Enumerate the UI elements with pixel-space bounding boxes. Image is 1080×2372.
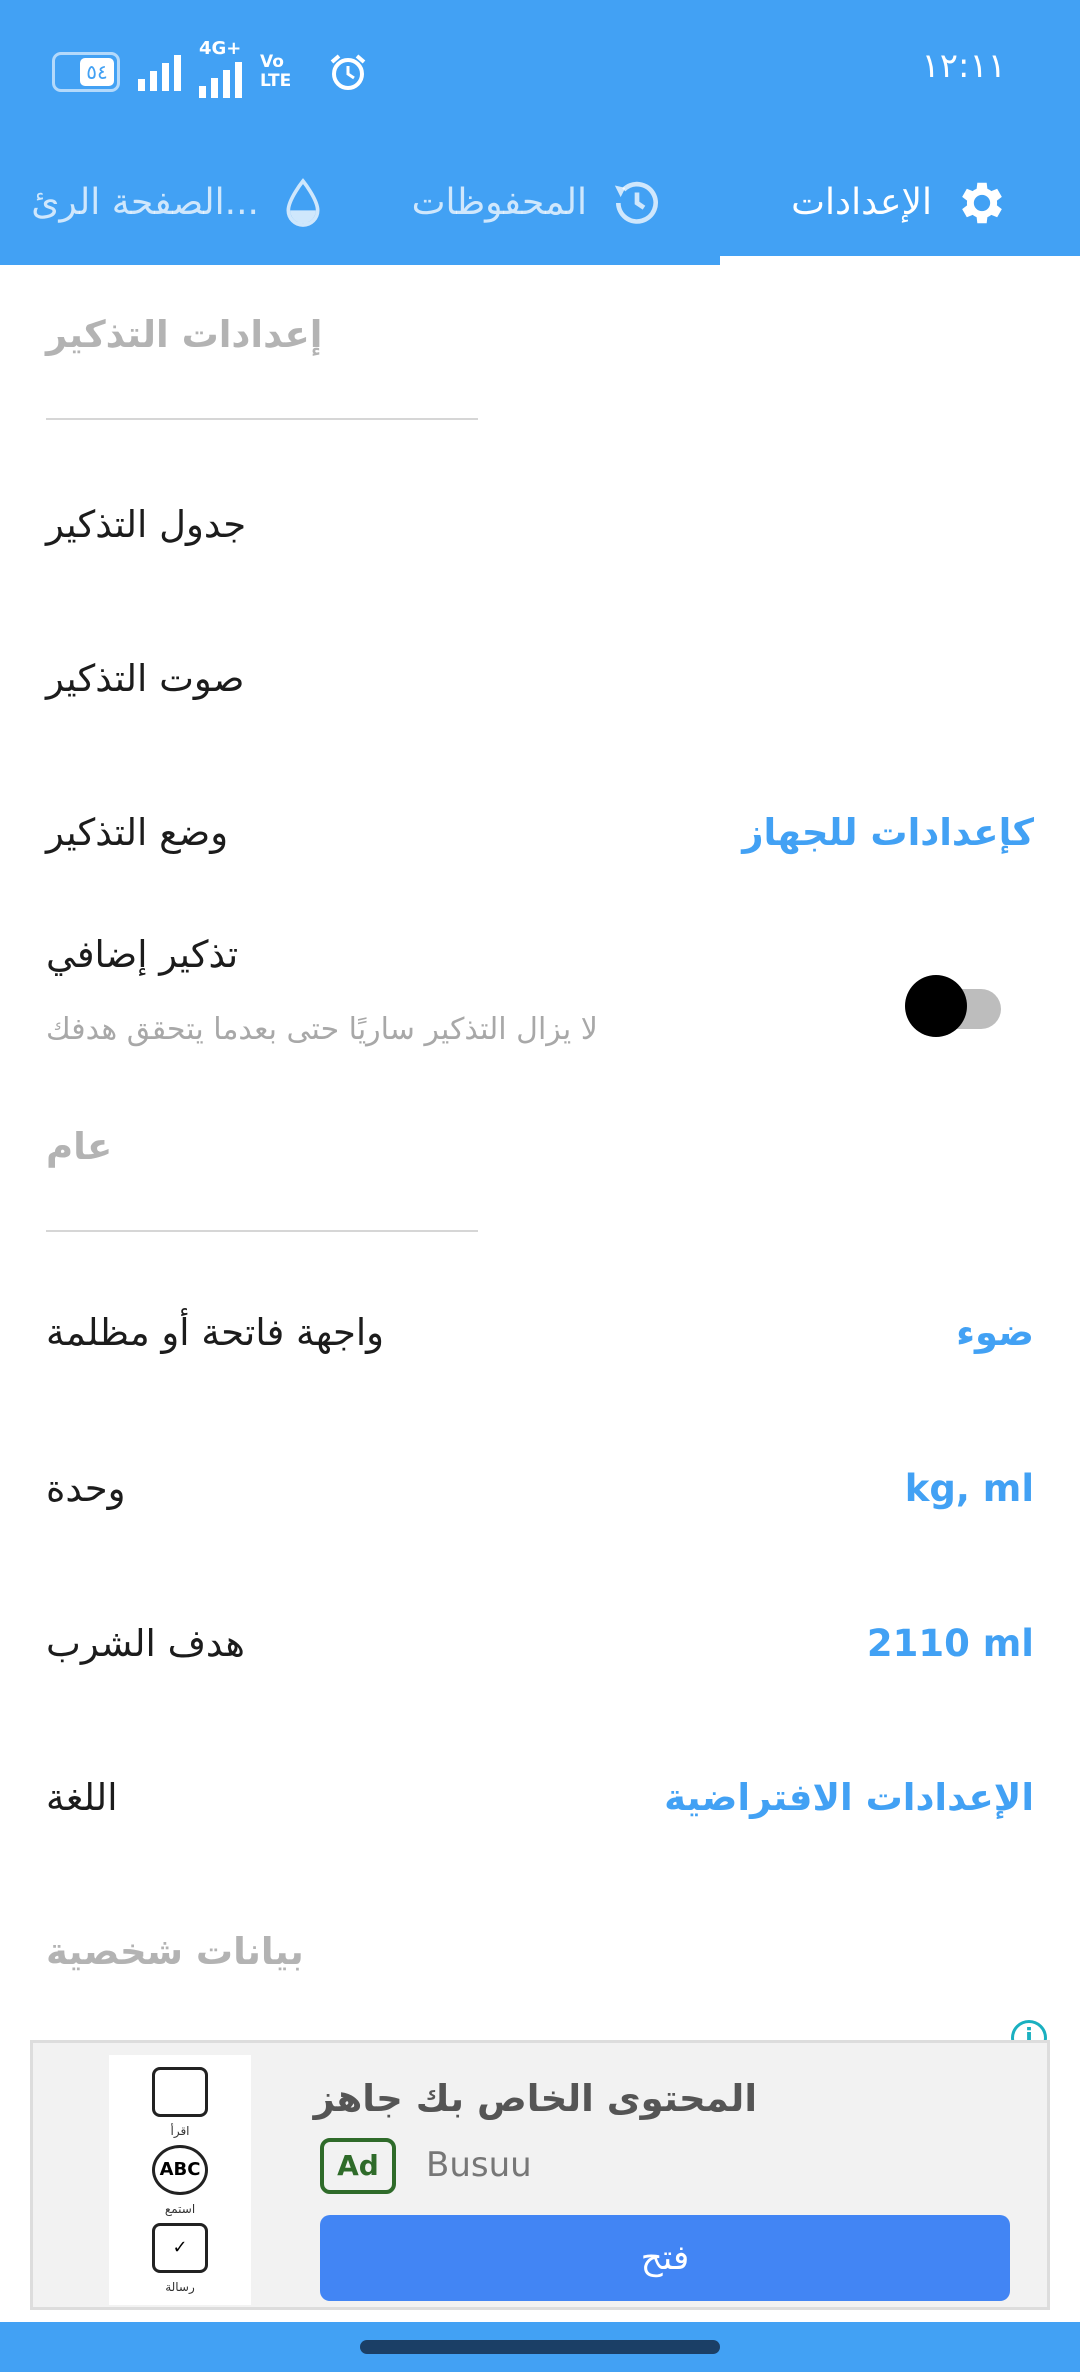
battery-icon: ٥٤: [52, 52, 120, 92]
reminder-mode-value[interactable]: كإعدادات للجهاز: [742, 811, 1034, 854]
language-label[interactable]: اللغة: [46, 1776, 118, 1819]
drink-goal-label[interactable]: هدف الشرب: [46, 1622, 245, 1665]
tab-history[interactable]: المحفوظات: [412, 140, 665, 265]
reminder-schedule-row[interactable]: جدول التذكير: [46, 503, 246, 546]
extra-reminder-label: تذكير إضافي: [46, 933, 239, 976]
tab-history-label: المحفوظات: [411, 182, 587, 223]
app-header: ٥٤ 4G+ Vo LTE ١٢:١١ الإعدادات المحفوظات …: [0, 0, 1080, 265]
toggle-thumb: [905, 975, 967, 1037]
drink-goal-value[interactable]: 2110 ml: [867, 1622, 1034, 1665]
history-icon: [614, 181, 658, 224]
reminder-sound-row[interactable]: صوت التذكير: [46, 657, 244, 700]
gear-icon: [962, 182, 1002, 223]
tab-indicator: [720, 256, 1080, 265]
section-divider: [46, 418, 478, 420]
section-title-personal: بيانات شخصية: [46, 1930, 304, 1973]
headset-icon: ABC: [152, 2144, 208, 2195]
extra-reminder-toggle[interactable]: [905, 975, 1001, 1037]
volte-icon: Vo LTE: [260, 52, 292, 91]
section-title-reminder: إعدادات التذكير: [46, 313, 323, 356]
section-title-general: عام: [46, 1125, 113, 1168]
ad-image[interactable]: اقرأ ABC استمع ✓ رسالة: [109, 2055, 251, 2305]
theme-value[interactable]: ضوء: [956, 1311, 1034, 1354]
ad-image-caption: استمع: [164, 2201, 196, 2216]
ad-banner[interactable]: اقرأ ABC استمع ✓ رسالة المحتوى الخاص بك …: [30, 2040, 1050, 2310]
ad-advertiser[interactable]: Busuu: [426, 2145, 532, 2185]
unit-label[interactable]: وحدة: [46, 1467, 126, 1510]
network-type-label: 4G+: [199, 38, 242, 59]
section-divider: [46, 1230, 478, 1232]
signal-4g-icon: 4G+: [199, 40, 242, 98]
ad-badge: Ad: [320, 2138, 396, 2194]
status-time: ١٢:١١: [921, 46, 1006, 86]
language-value[interactable]: الإعدادات الافتراضية: [664, 1776, 1034, 1819]
ad-image-caption: اقرأ: [170, 2123, 190, 2138]
ad-title[interactable]: المحتوى الخاص بك جاهز: [314, 2077, 757, 2120]
tab-home[interactable]: الصفحة الرئ...: [31, 140, 325, 265]
ad-open-button[interactable]: فتح: [320, 2215, 1010, 2301]
home-indicator[interactable]: [360, 2340, 720, 2354]
reminder-mode-label[interactable]: وضع التذكير: [46, 811, 228, 854]
tab-settings-label: الإعدادات: [791, 182, 932, 223]
signal-icon: [138, 53, 181, 91]
alarm-icon: [330, 54, 366, 90]
tab-settings[interactable]: الإعدادات: [791, 140, 1010, 265]
chat-check-icon: ✓: [152, 2222, 208, 2273]
tab-home-label: الصفحة الرئ...: [31, 182, 259, 223]
water-drop-icon: [286, 177, 320, 227]
tab-bar: الإعدادات المحفوظات الصفحة الرئ...: [0, 140, 1080, 265]
status-icons: ٥٤ 4G+ Vo LTE: [52, 40, 368, 98]
extra-reminder-description: لا يزال التذكير ساريًا حتى بعدما يتحقق ه…: [46, 1012, 598, 1047]
unit-value[interactable]: kg, ml: [905, 1467, 1034, 1510]
battery-level: ٥٤: [80, 58, 114, 86]
system-nav-bar: [0, 2322, 1080, 2372]
theme-label[interactable]: واجهة فاتحة أو مظلمة: [46, 1311, 384, 1354]
ad-image-caption: رسالة: [165, 2279, 195, 2294]
book-icon: [152, 2066, 208, 2117]
